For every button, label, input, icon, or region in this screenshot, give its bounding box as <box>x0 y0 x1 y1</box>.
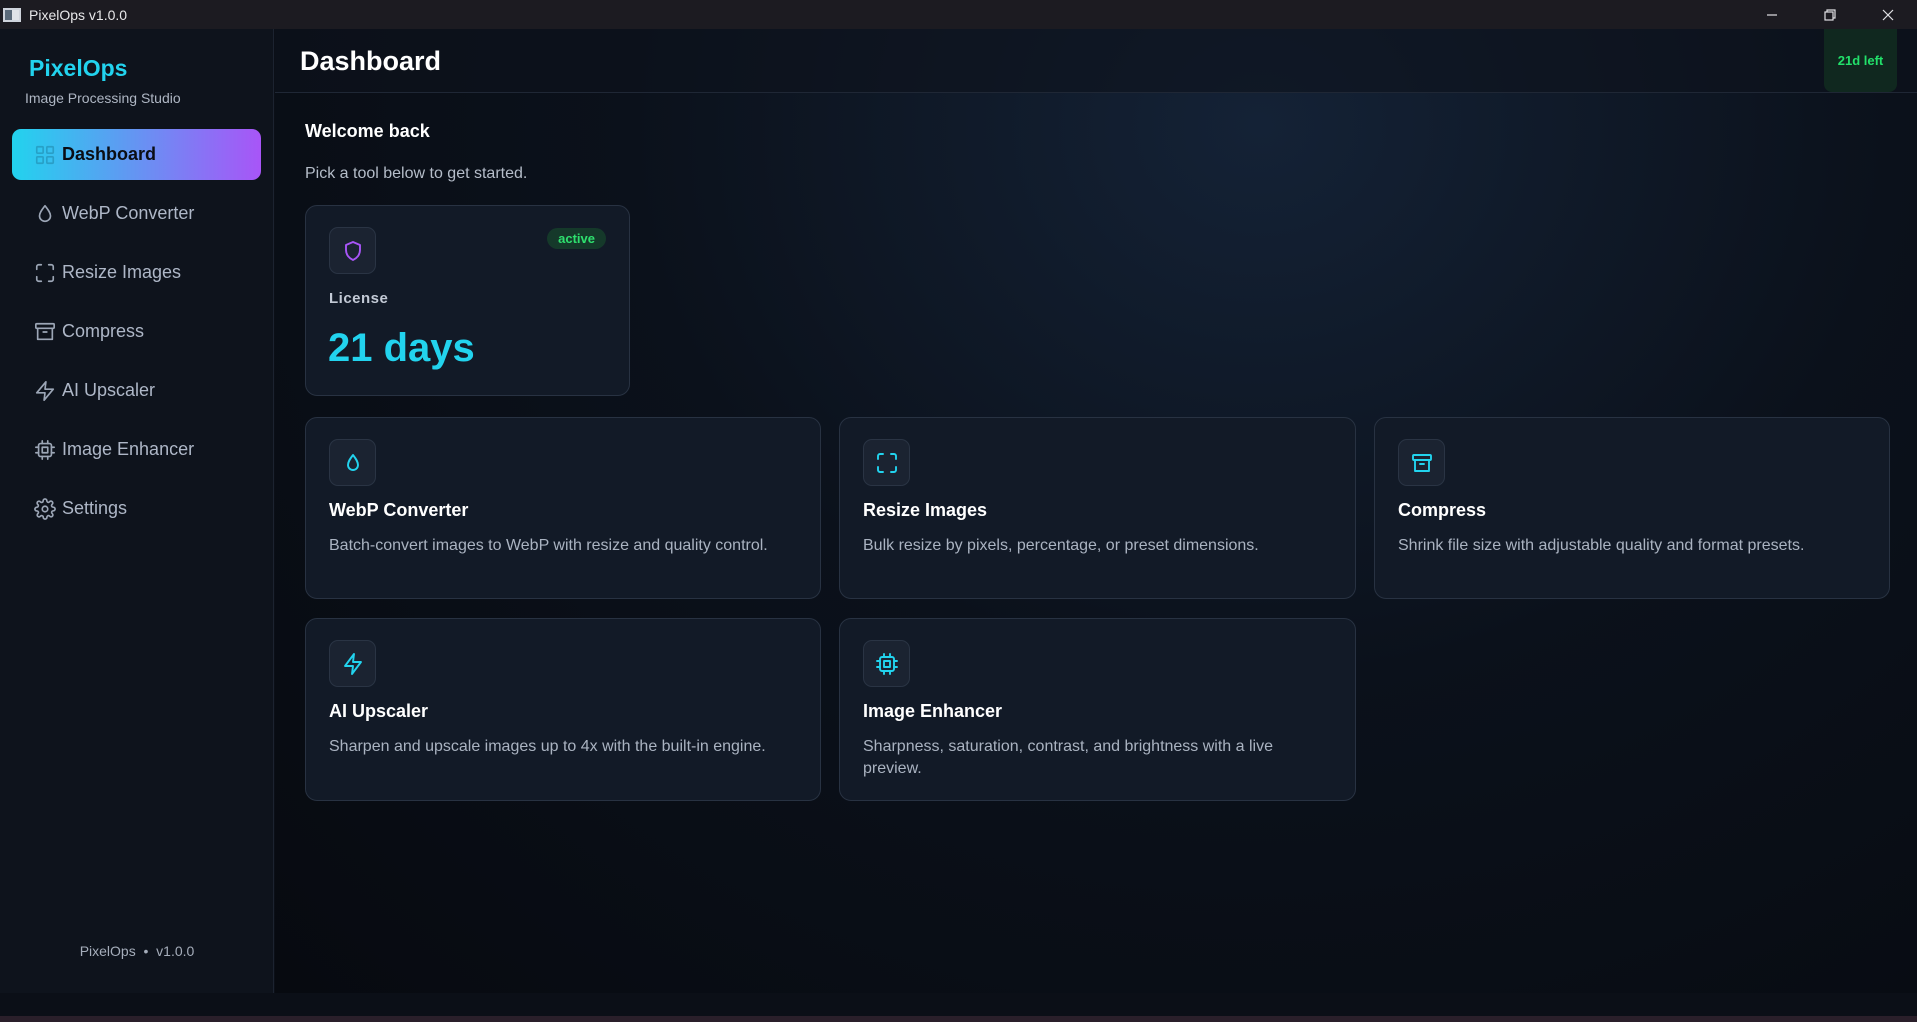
license-label: License <box>329 290 389 307</box>
days-left-badge: 21d left <box>1824 29 1897 92</box>
shield-icon <box>344 240 361 261</box>
brand-name: PixelOps <box>29 55 128 81</box>
license-card: active License 21 days <box>305 205 630 396</box>
tool-title: Image Enhancer <box>863 701 1003 721</box>
tool-card-ai-upscaler[interactable]: AI Upscaler Sharpen and upscale images u… <box>305 618 821 801</box>
tool-icon-box <box>863 640 910 687</box>
restore-icon <box>1824 8 1836 21</box>
archive-icon <box>1411 453 1432 472</box>
minimize-button[interactable] <box>1743 0 1801 29</box>
welcome-heading: Welcome back <box>305 121 430 141</box>
tool-description: Sharpen and upscale images up to 4x with… <box>329 738 766 755</box>
sidebar-item-label: Compress <box>62 321 145 341</box>
tool-description: Batch-convert images to WebP with resize… <box>329 537 768 554</box>
welcome-subtitle: Pick a tool below to get started. <box>305 165 528 182</box>
license-status-badge: active <box>547 228 606 249</box>
droplet-icon <box>38 204 52 222</box>
main-content: Dashboard 21d left Welcome back Pick a t… <box>275 29 1917 993</box>
sidebar-item-label: Settings <box>62 498 128 518</box>
tool-icon-box <box>1398 439 1445 486</box>
tool-icon-box <box>329 439 376 486</box>
zap-icon <box>343 652 362 675</box>
app-icon <box>3 7 21 22</box>
tool-card-compress[interactable]: Compress Shrink file size with adjustabl… <box>1374 417 1890 599</box>
app-window: PixelOps v1.0.0 PixelOps Image Processin… <box>0 0 1917 1022</box>
restore-button[interactable] <box>1801 0 1859 29</box>
tool-icon-box <box>863 439 910 486</box>
sidebar-item-dashboard[interactable]: Dashboard <box>12 129 261 180</box>
cpu-icon <box>875 652 898 675</box>
grid-icon <box>35 145 55 164</box>
minimize-icon <box>1767 13 1777 16</box>
zap-icon <box>35 380 55 401</box>
tool-description: Shrink file size with adjustable quality… <box>1398 537 1805 554</box>
tool-card-webp-converter[interactable]: WebP Converter Batch-convert images to W… <box>305 417 821 599</box>
tool-title: WebP Converter <box>329 500 469 520</box>
sidebar-item-compress[interactable]: Compress <box>12 306 261 357</box>
gear-icon <box>34 497 56 520</box>
sidebar-item-image-enhancer[interactable]: Image Enhancer <box>12 424 261 475</box>
sidebar: PixelOps Image Processing Studio Dashboa… <box>0 29 274 993</box>
sidebar-item-resize-images[interactable]: Resize Images <box>12 247 261 298</box>
page-header: Dashboard 21d left <box>275 29 1917 93</box>
window-controls <box>1743 0 1917 29</box>
tool-icon-box <box>329 640 376 687</box>
title-bar: PixelOps v1.0.0 <box>0 0 1917 29</box>
sidebar-item-label: AI Upscaler <box>62 380 156 400</box>
cpu-icon <box>35 439 55 460</box>
droplet-icon <box>346 453 359 471</box>
sidebar-item-settings[interactable]: Settings <box>12 483 261 534</box>
brand-subtitle: Image Processing Studio <box>25 90 181 106</box>
sidebar-item-label: Image Enhancer <box>62 439 195 459</box>
tool-card-image-enhancer[interactable]: Image Enhancer Sharpness, saturation, co… <box>839 618 1356 801</box>
license-icon-box <box>329 227 376 274</box>
tool-description: Sharpness, saturation, contrast, and bri… <box>863 738 1273 777</box>
scan-icon <box>876 452 897 473</box>
close-button[interactable] <box>1859 0 1917 29</box>
archive-icon <box>35 322 55 340</box>
sidebar-footer: PixelOps • v1.0.0 <box>79 943 195 959</box>
scan-icon <box>35 263 55 282</box>
sidebar-item-label: Dashboard <box>62 144 157 164</box>
taskbar-edge <box>0 1016 1917 1022</box>
tool-description: Bulk resize by pixels, percentage, or pr… <box>863 537 1259 554</box>
close-icon <box>1882 9 1894 20</box>
tool-title: Compress <box>1398 500 1487 520</box>
tool-card-resize-images[interactable]: Resize Images Bulk resize by pixels, per… <box>839 417 1356 599</box>
sidebar-item-label: Resize Images <box>62 262 182 282</box>
license-days: 21 days <box>328 326 475 370</box>
sidebar-item-webp-converter[interactable]: WebP Converter <box>12 188 261 239</box>
sidebar-nav: Dashboard WebP Converter Resize Images C… <box>12 129 261 542</box>
sidebar-item-label: WebP Converter <box>62 203 195 223</box>
sidebar-item-ai-upscaler[interactable]: AI Upscaler <box>12 365 261 416</box>
tool-title: AI Upscaler <box>329 701 429 721</box>
tool-title: Resize Images <box>863 500 988 520</box>
window-title: PixelOps v1.0.0 <box>29 6 128 23</box>
page-title: Dashboard <box>300 46 442 76</box>
